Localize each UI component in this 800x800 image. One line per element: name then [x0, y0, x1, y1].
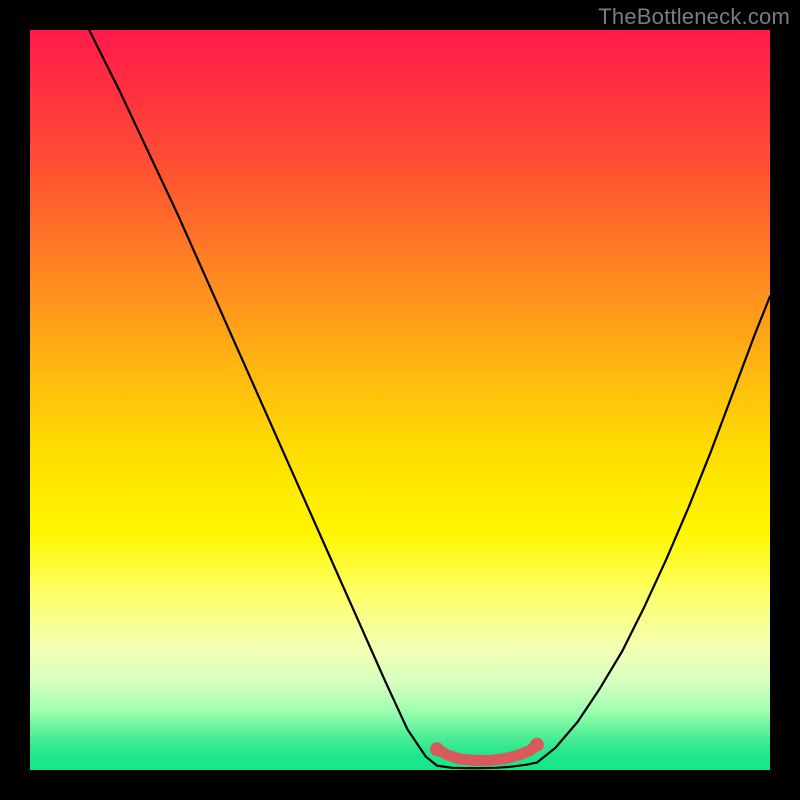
plot-area	[30, 30, 770, 770]
curve-layer	[89, 30, 770, 768]
bottleneck-curve	[89, 30, 770, 768]
marker-endpoint	[430, 742, 444, 756]
marker-endpoint	[530, 738, 544, 752]
optimal-range-marker	[437, 745, 537, 761]
marker-layer	[430, 738, 544, 761]
chart-frame: TheBottleneck.com	[0, 0, 800, 800]
watermark-text: TheBottleneck.com	[598, 4, 790, 30]
chart-svg	[30, 30, 770, 770]
